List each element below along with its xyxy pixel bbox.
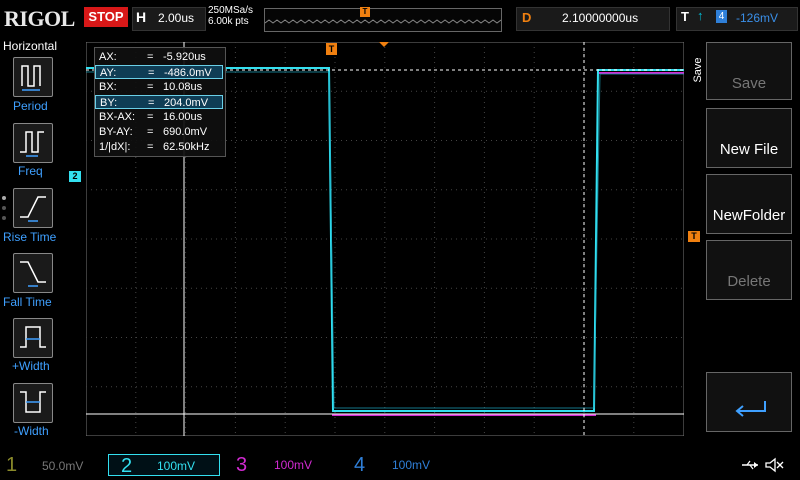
rising-edge-icon: ↑ [697,8,704,23]
rise-time-label: Rise Time [3,230,57,244]
cursor-label: AY: [100,67,117,79]
page-dot [2,206,6,210]
memory-depth: 6.00k pts [208,16,249,27]
rise-time-button[interactable] [13,188,53,228]
memory-overview-strip[interactable] [264,8,502,32]
negative-width-label: -Width [14,424,49,438]
page-dot [2,216,6,220]
freq-label: Freq [18,164,43,178]
cursor-eq: = [147,111,154,123]
trigger-level-value: -126mV [736,11,779,25]
cursor-label: BY: [100,97,118,109]
cursor-value: 10.08us [163,81,203,93]
memory-waveform-overview [264,19,502,24]
fall-time-label: Fall Time [3,295,52,309]
freq-button[interactable] [13,123,53,163]
ch2-offset-marker[interactable]: 2 [69,171,81,182]
trigger-label: T [681,9,689,24]
save-menu-title-tab: Save [690,42,704,102]
menu-title: Horizontal [3,39,58,53]
rise-time-icon [20,196,46,222]
ch3-status[interactable]: 3 100mV [230,454,340,476]
cursor-label: 1/|dX|: [99,141,131,153]
ch1-number: 1 [6,454,18,476]
delay-label: D [522,10,532,25]
run-stop-status[interactable]: STOP [84,7,128,27]
memory-trigger-marker: T [360,7,370,17]
save-button[interactable]: Save [706,42,792,100]
cursor-eq: = [148,67,155,79]
cursor-value: 62.50kHz [163,141,210,153]
cursor-row-inv-dx: 1/|dX|: = 62.50kHz [95,140,223,154]
negative-width-icon [20,391,46,413]
ch3-scale: 100mV [274,458,313,472]
trigger-source: 4 [716,10,727,23]
new-folder-button[interactable]: NewFolder [706,174,792,234]
cursor-value: -5.920us [163,51,206,63]
fall-time-icon [20,261,46,287]
cursor-label: BY-AY: [99,126,133,138]
cursor-row-bx: BX: = 10.08us [95,80,223,94]
ch3-number: 3 [236,454,248,476]
period-label: Period [13,99,48,113]
positive-width-label: +Width [12,359,50,373]
ch4-scale: 100mV [392,458,431,472]
cursor-row-ax: AX: = -5.920us [95,50,223,64]
speaker-muted-icon[interactable] [764,456,784,479]
positive-width-icon [20,326,46,348]
ch2-status[interactable]: 2 100mV [108,454,220,477]
timebase-value: 2.00us [158,11,195,25]
cursor-row-bx-ax: BX-AX: = 16.00us [95,110,223,124]
delete-button[interactable]: Delete [706,240,792,300]
return-arrow-icon [735,401,766,417]
ch1-status[interactable]: 1 50.0mV [2,454,102,476]
cursor-readout-panel: AX: = -5.920us AY: = -486.0mV BX: = 10.0… [94,47,226,157]
fall-time-button[interactable] [13,253,53,293]
cursor-eq: = [147,81,154,93]
cursor-label: BX: [99,81,117,93]
trigger-time-marker[interactable]: T [326,43,337,55]
ch2-number: 2 [121,455,133,477]
brand-logo: RIGOL [4,6,75,31]
sample-rate: 250MSa/s [208,5,254,16]
cursor-value: 16.00us [163,111,203,123]
cursor-label: BX-AX: [99,111,136,123]
usb-icon [740,458,760,477]
cursor-label: AX: [99,51,117,63]
trigger-level-marker[interactable]: T [688,231,700,242]
cursor-value: -486.0mV [164,67,212,79]
cursor-eq: = [147,51,154,63]
cursor-eq: = [147,126,154,138]
back-button[interactable] [706,372,792,432]
ch1-scale: 50.0mV [42,459,84,473]
cursor-value: 690.0mV [163,126,208,138]
period-icon [21,65,41,91]
delay-value: 2.10000000us [562,11,639,25]
ch4-number: 4 [354,454,366,476]
cursor-eq: = [147,141,154,153]
freq-icon [20,131,44,157]
cursor-row-ay: AY: = -486.0mV [95,65,223,79]
ch2-scale: 100mV [157,459,196,473]
cursor-row-by: BY: = 204.0mV [95,95,223,109]
negative-width-button[interactable] [13,383,53,423]
cursor-row-by-ay: BY-AY: = 690.0mV [95,125,223,139]
positive-width-button[interactable] [13,318,53,358]
cursor-eq: = [148,97,155,109]
ch4-status[interactable]: 4 100mV [348,454,458,476]
period-button[interactable] [13,57,53,97]
cursor-value: 204.0mV [164,97,209,109]
page-dot [2,196,6,200]
new-file-button[interactable]: New File [706,108,792,168]
horizontal-label: H [136,9,147,25]
save-menu-title: Save [692,57,704,83]
